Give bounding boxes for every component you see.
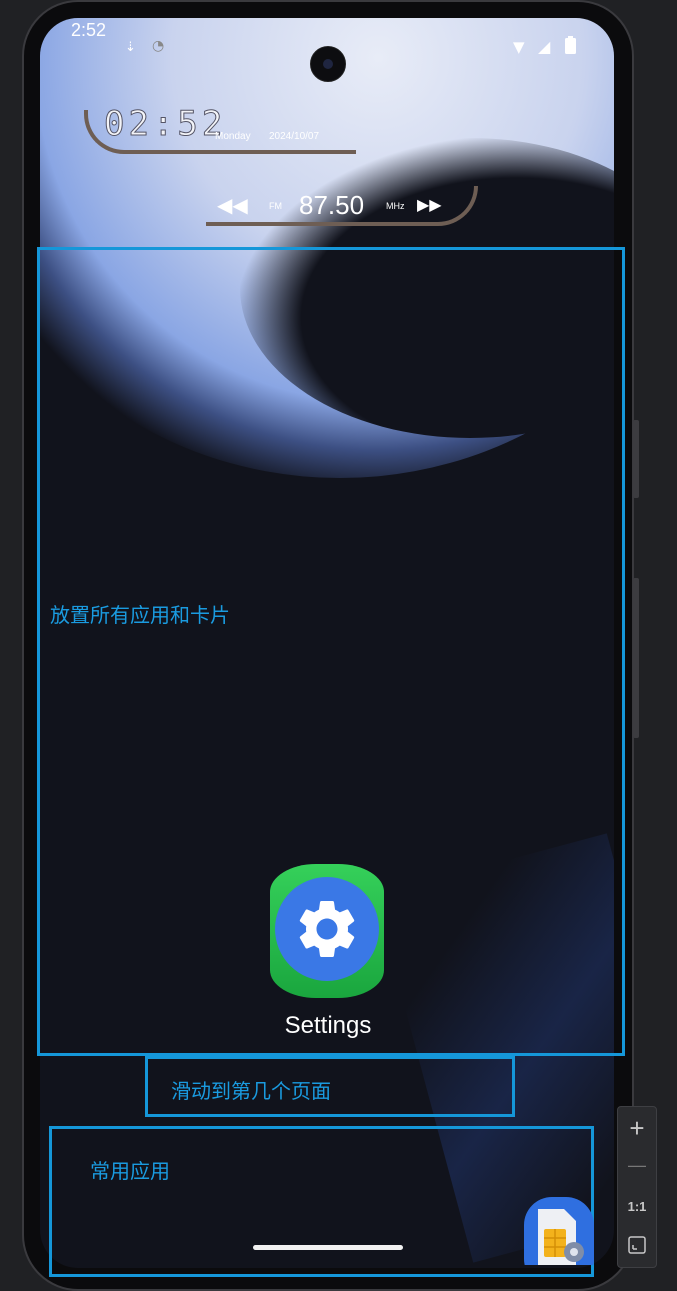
clock-day: Monday xyxy=(215,131,251,142)
volume-button[interactable] xyxy=(633,420,639,498)
zoom-in-button[interactable]: + xyxy=(618,1113,656,1144)
rewind-icon[interactable]: ◀◀ xyxy=(217,193,248,217)
front-camera xyxy=(310,46,346,82)
status-bar: 2:52 ⇣ ◔ ▼ ◢ xyxy=(0,18,576,82)
cellular-signal-icon: ◢ xyxy=(538,37,551,56)
wifi-unknown-icon: ◔ xyxy=(152,38,165,54)
dock-box xyxy=(49,1126,594,1277)
clock-date: 2024/10/07 xyxy=(269,131,320,142)
dock-label: 常用应用 xyxy=(90,1159,170,1183)
battery-icon xyxy=(565,36,576,58)
radio-band: FM xyxy=(269,201,282,211)
wifi-icon: ▼ xyxy=(513,38,525,56)
power-button[interactable] xyxy=(633,578,639,738)
fit-to-screen-icon[interactable] xyxy=(618,1235,656,1260)
sim-toolkit-icon xyxy=(524,1197,594,1265)
radio-unit: MHz xyxy=(386,201,405,211)
zoom-out-button[interactable]: — xyxy=(618,1155,656,1176)
zoom-toolbar: + — 1:1 xyxy=(617,1106,657,1268)
home-gesture-bar[interactable] xyxy=(253,1245,403,1250)
sim-toolkit-app[interactable] xyxy=(524,1197,594,1265)
fast-forward-icon[interactable]: ▶▶ xyxy=(417,195,442,214)
page-indicator-label: 滑动到第几个页面 xyxy=(171,1079,331,1103)
actual-size-button[interactable]: 1:1 xyxy=(618,1199,656,1214)
settings-gear-icon xyxy=(299,901,355,957)
radio-frequency: 87.50 xyxy=(299,190,365,220)
settings-app-label: Settings xyxy=(284,1012,372,1039)
status-time: 2:52 xyxy=(71,20,107,40)
download-status-icon: ⇣ xyxy=(125,40,136,55)
apps-area-label: 放置所有应用和卡片 xyxy=(50,603,230,627)
clock-time: 02:52 xyxy=(103,104,227,145)
